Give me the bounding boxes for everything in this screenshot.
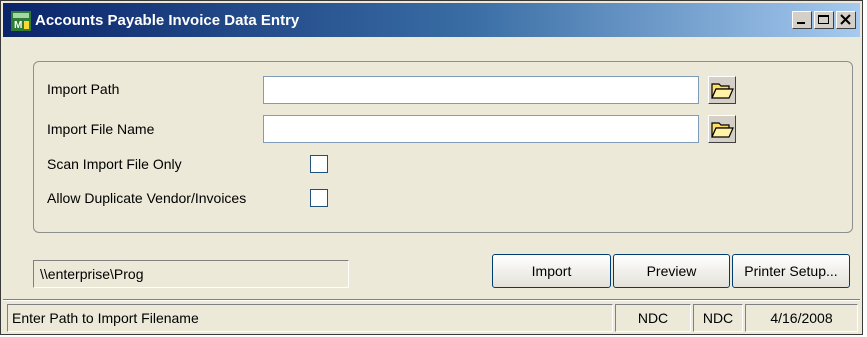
minimize-button[interactable]	[792, 11, 812, 29]
allow-duplicate-label: Allow Duplicate Vendor/Invoices	[47, 190, 247, 206]
preview-button[interactable]: Preview	[613, 254, 730, 288]
close-button[interactable]	[836, 11, 856, 29]
minimize-icon	[797, 22, 805, 24]
status-company: NDC	[615, 304, 691, 332]
status-message: Enter Path to Import Filename	[7, 304, 613, 332]
status-separator	[3, 299, 860, 301]
app-icon: M	[11, 11, 31, 31]
import-button[interactable]: Import	[492, 254, 611, 288]
status-user: NDC	[693, 304, 743, 332]
import-path-label: Import Path	[47, 81, 120, 97]
import-file-name-label: Import File Name	[47, 121, 155, 137]
printer-setup-button[interactable]: Printer Setup...	[732, 254, 850, 288]
invoice-data-entry-window: M Accounts Payable Invoice Data Entry Im…	[0, 0, 863, 335]
path-display: \\enterprise\Prog	[33, 260, 349, 288]
import-path-browse-button[interactable]	[708, 76, 736, 104]
scan-import-file-only-checkbox[interactable]	[310, 155, 328, 173]
maximize-button[interactable]	[814, 11, 834, 29]
folder-open-icon	[711, 83, 734, 99]
window-title: Accounts Payable Invoice Data Entry	[35, 12, 300, 29]
scan-import-file-only-label: Scan Import File Only	[47, 156, 182, 172]
folder-open-icon	[711, 122, 734, 138]
maximize-icon	[818, 15, 829, 24]
close-icon	[840, 14, 851, 25]
status-bar: Enter Path to Import Filename NDC NDC 4/…	[3, 302, 860, 334]
import-file-name-input[interactable]	[263, 115, 699, 143]
import-file-name-browse-button[interactable]	[708, 115, 736, 143]
status-date: 4/16/2008	[745, 304, 858, 332]
title-bar[interactable]: M Accounts Payable Invoice Data Entry	[3, 3, 860, 37]
allow-duplicate-checkbox[interactable]	[310, 189, 328, 207]
import-path-input[interactable]	[263, 76, 699, 104]
svg-text:M: M	[14, 20, 22, 31]
